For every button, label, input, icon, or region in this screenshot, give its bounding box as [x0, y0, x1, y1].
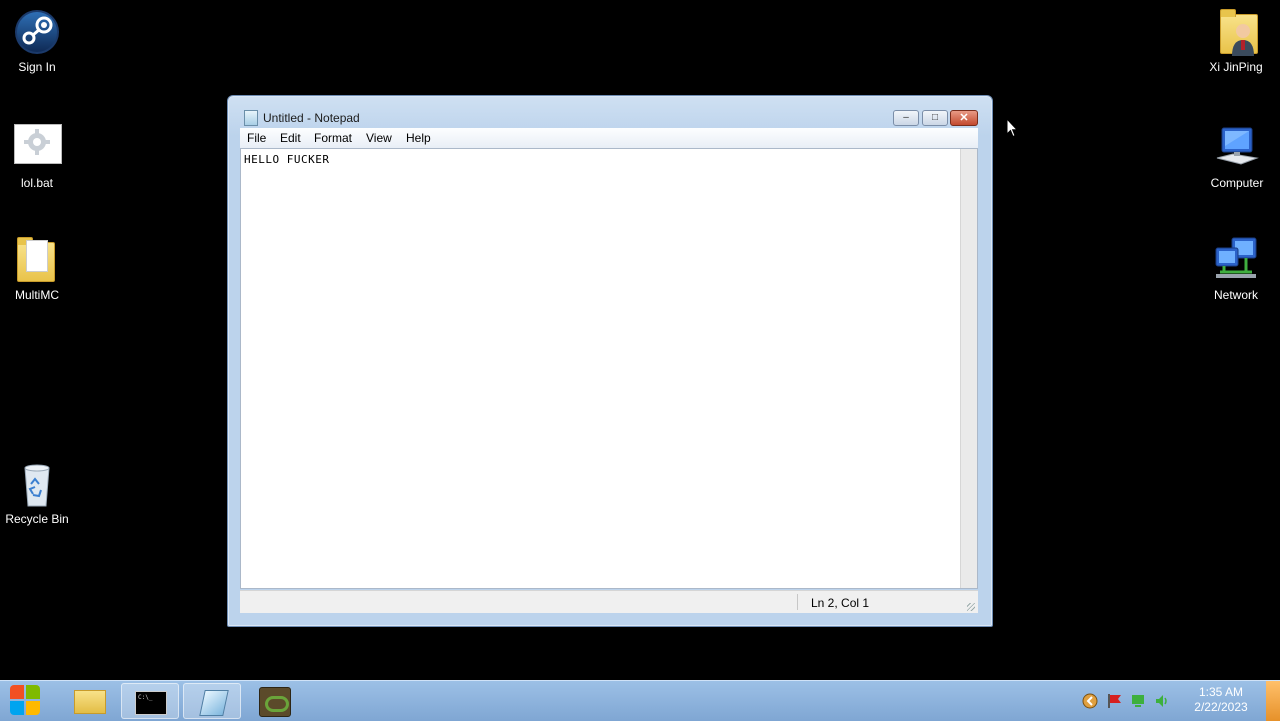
desktop-icon-user-folder[interactable]: Xi JinPing: [1196, 8, 1276, 74]
status-separator: [797, 594, 798, 610]
desktop-icon-recycle-bin[interactable]: Recycle Bin: [0, 460, 77, 526]
network-status-icon[interactable]: [1130, 693, 1146, 709]
taskbar-explorer[interactable]: [60, 683, 118, 719]
desktop-icon-multimc[interactable]: MultiMC: [0, 236, 77, 302]
steam-icon: [13, 8, 61, 56]
user-folder-icon: [1212, 8, 1260, 56]
clock-time: 1:35 AM: [1198, 685, 1244, 699]
menu-edit[interactable]: Edit: [280, 131, 301, 145]
recycle-bin-icon: [13, 460, 61, 508]
resize-grip-icon[interactable]: [967, 603, 975, 611]
desktop-icon-computer[interactable]: Computer: [1197, 124, 1277, 190]
computer-icon: [1213, 124, 1261, 172]
menu-format[interactable]: Format: [314, 131, 352, 145]
menu-view[interactable]: View: [366, 131, 392, 145]
notepad-icon: [244, 110, 258, 126]
desktop-icon-steam[interactable]: Sign In: [0, 8, 77, 74]
mouse-cursor-icon: [1006, 118, 1018, 138]
batch-file-icon: [13, 124, 62, 172]
folder-icon: [74, 690, 106, 714]
minimize-button[interactable]: –: [893, 110, 919, 126]
menu-file[interactable]: File: [247, 131, 266, 145]
desktop-icon-label: Xi JinPing: [1209, 60, 1263, 74]
show-hidden-icons-icon[interactable]: [1082, 693, 1098, 709]
desktop-icon-label: Recycle Bin: [5, 512, 69, 526]
action-center-flag-icon[interactable]: [1106, 693, 1122, 709]
menu-bar: File Edit Format View Help: [240, 128, 978, 148]
maximize-button[interactable]: □: [922, 110, 948, 126]
notepad-icon: [199, 690, 229, 716]
folder-icon: [13, 236, 61, 284]
network-icon: [1212, 236, 1260, 284]
desktop-icon-label: Computer: [1210, 176, 1264, 190]
desktop-icon-label: MultiMC: [15, 288, 59, 302]
minecraft-icon: [259, 687, 291, 717]
window-title: Untitled - Notepad: [263, 111, 360, 125]
command-prompt-icon: C:\_: [135, 691, 167, 715]
taskbar-clock[interactable]: 1:35 AM 2/22/2023: [1188, 685, 1254, 715]
taskbar-minecraft[interactable]: [245, 683, 303, 719]
title-bar[interactable]: Untitled - Notepad – □ ✕: [228, 96, 992, 126]
editor-content: HELLO FUCKER: [244, 153, 330, 166]
cursor-position: Ln 2, Col 1: [811, 596, 870, 610]
taskbar: C:\_ 1:35 AM 2/22/2023: [0, 680, 1280, 721]
desktop-icon-label: Sign In: [18, 60, 56, 74]
volume-icon[interactable]: [1154, 693, 1170, 709]
show-desktop-button[interactable]: [1266, 681, 1280, 721]
close-button[interactable]: ✕: [950, 110, 978, 126]
desktop-icon-network[interactable]: Network: [1196, 236, 1276, 302]
taskbar-cmd[interactable]: C:\_: [121, 683, 179, 719]
desktop-icon-label: Network: [1213, 288, 1258, 302]
desktop-icon-lol-bat[interactable]: lol.bat: [0, 124, 77, 190]
clock-date: 2/22/2023: [1194, 700, 1248, 714]
maximize-icon: □: [931, 112, 939, 123]
minimize-icon: –: [903, 112, 909, 123]
close-icon: ✕: [959, 112, 969, 124]
vertical-scrollbar[interactable]: [960, 149, 977, 588]
cmd-glyph: C:\_: [138, 694, 153, 701]
text-editor[interactable]: HELLO FUCKER: [240, 148, 978, 589]
menu-help[interactable]: Help: [406, 131, 431, 145]
taskbar-notepad[interactable]: [183, 683, 241, 719]
desktop-icon-label: lol.bat: [20, 176, 54, 190]
start-button[interactable]: [10, 685, 42, 717]
status-bar: Ln 2, Col 1: [240, 590, 978, 613]
notepad-window[interactable]: Untitled - Notepad – □ ✕ File Edit Forma…: [227, 95, 993, 627]
